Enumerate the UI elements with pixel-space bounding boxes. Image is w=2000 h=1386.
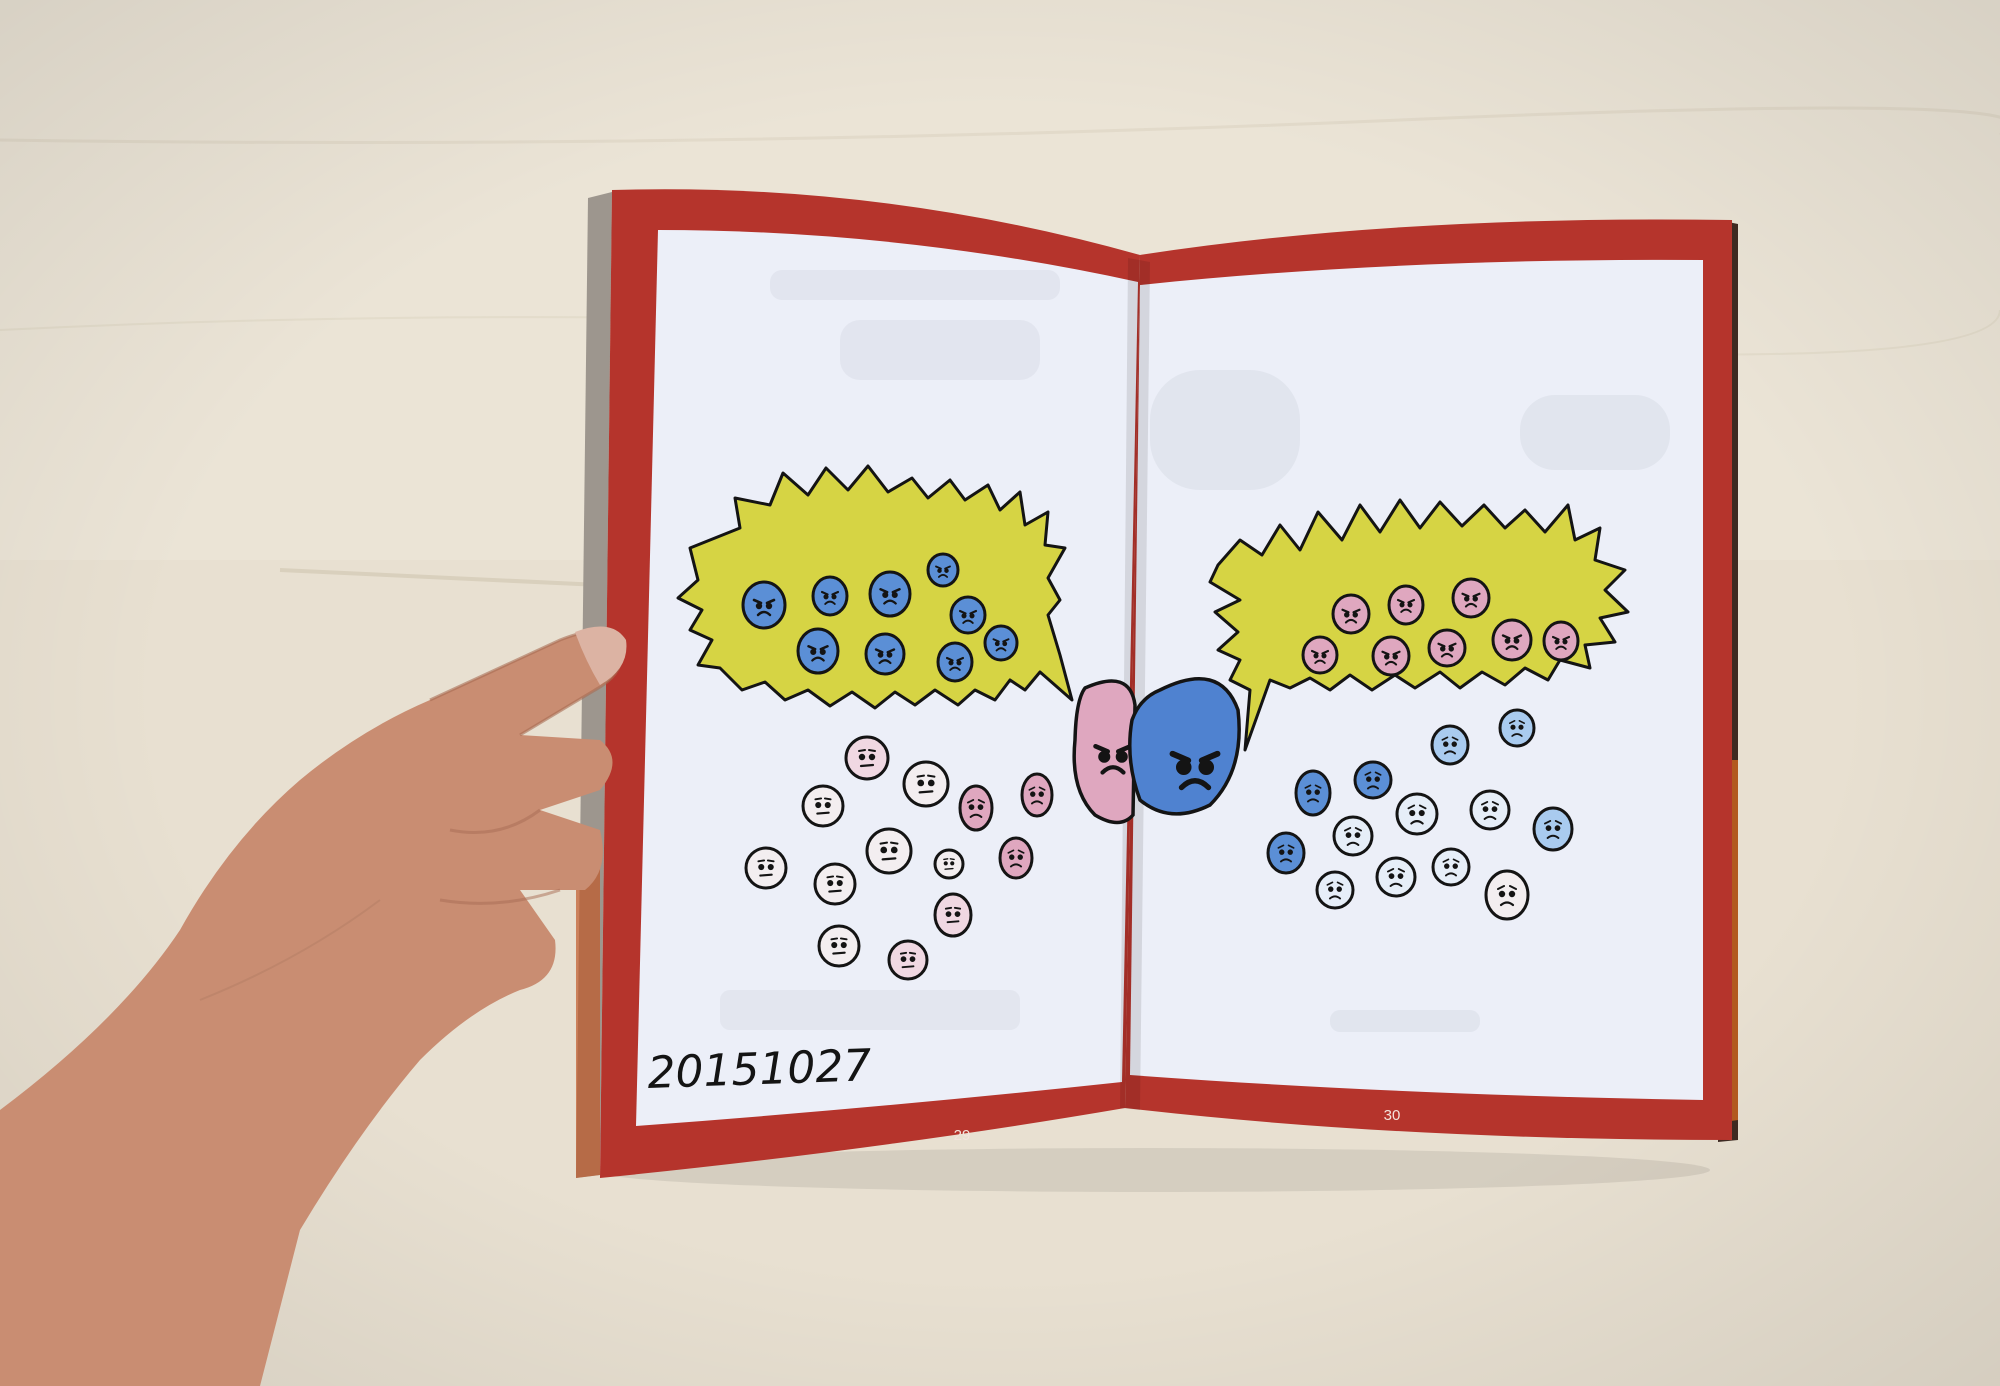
face-pink-angry <box>1371 635 1411 677</box>
face-pale-sad <box>1332 815 1374 857</box>
big-faces <box>1072 677 1241 825</box>
face-pale-meh <box>801 784 845 828</box>
face-pale-meh <box>933 848 965 880</box>
face-blue-angry <box>796 627 840 675</box>
face-pale-meh <box>813 862 857 906</box>
face-pale-meh <box>744 846 788 890</box>
face-pale-meh <box>817 924 861 968</box>
face-blue-sad <box>1353 760 1393 800</box>
face-lightblue-sad <box>1498 708 1536 748</box>
face-pink-meh <box>933 892 973 938</box>
face-pink-angry <box>1331 593 1371 635</box>
face-blue-angry <box>811 575 849 617</box>
face-pink-angry <box>1427 628 1467 668</box>
face-blue-angry <box>983 624 1019 662</box>
face-lightblue-sad <box>1532 806 1574 852</box>
face-pale-sad <box>1469 789 1511 831</box>
face-blue-angry <box>741 580 787 630</box>
face-pink-meh <box>844 735 890 781</box>
face-blue-angry <box>926 552 960 588</box>
big-face-pink-angry <box>1072 679 1137 825</box>
page-number-right: 30 <box>1384 1107 1401 1124</box>
face-blue-angry <box>949 595 987 635</box>
face-pink-angry <box>1451 577 1491 619</box>
face-pink-angry <box>1491 618 1533 662</box>
handwritten-date: 20151027 <box>647 1040 873 1099</box>
photo-scene: 20151027 29 30 <box>0 0 2000 1386</box>
face-blue-sad <box>1294 769 1332 817</box>
face-pale-sad <box>1375 856 1417 898</box>
face-lightblue-sad <box>1430 724 1470 766</box>
face-blue-angry <box>868 570 912 618</box>
face-pink-sad <box>998 836 1034 880</box>
face-blue-sad <box>1266 831 1306 875</box>
face-pale-sad <box>1484 869 1530 921</box>
face-blue-angry <box>864 632 906 676</box>
face-pink-angry <box>1387 584 1425 626</box>
face-blue-angry <box>936 641 974 683</box>
face-pale-sad <box>1395 792 1439 836</box>
face-pale-sad <box>1315 870 1355 910</box>
face-pale-sad <box>1431 847 1471 887</box>
page-number-left: 29 <box>954 1127 971 1144</box>
face-pale-meh <box>902 760 950 808</box>
face-pink-angry <box>1301 635 1339 675</box>
face-pink-meh <box>887 939 929 981</box>
face-pale-meh <box>865 827 913 875</box>
face-pink-angry <box>1542 620 1580 662</box>
face-pink-sad <box>958 784 994 832</box>
face-pink-sad <box>1020 772 1054 818</box>
